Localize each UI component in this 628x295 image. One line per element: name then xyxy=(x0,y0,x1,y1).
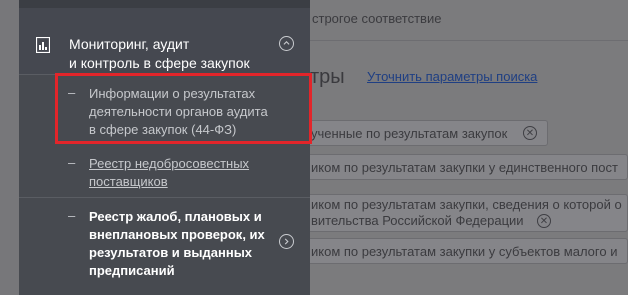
menu-item-audit-results[interactable]: – Информации о результатах деятельности … xyxy=(19,75,310,147)
label-line: предписаний xyxy=(89,263,175,278)
dash-bullet: – xyxy=(68,155,76,170)
dash-bullet: – xyxy=(68,208,76,223)
remove-chip-icon[interactable]: ✕ xyxy=(523,126,537,140)
filter-chip[interactable]: иком по результатам закупки у единственн… xyxy=(290,154,628,180)
divider xyxy=(310,40,628,41)
menu-item-label: Реестр недобросовестных поставщиков xyxy=(89,155,289,191)
menu-item-label: Информации о результатах деятельности ор… xyxy=(89,85,289,139)
remove-chip-icon[interactable]: ✕ xyxy=(537,214,551,228)
refine-search-link[interactable]: Уточнить параметры поиска xyxy=(367,69,537,84)
menu-top-strip xyxy=(19,0,310,8)
chevron-up-icon[interactable] xyxy=(279,36,294,51)
section-title-line: и контроль в сфере закупок xyxy=(69,55,250,71)
left-edge-strip xyxy=(0,0,19,295)
label-line: в сфере закупок (44-ФЗ) xyxy=(89,122,237,137)
label-line: Информации о результатах xyxy=(89,86,256,101)
menu-item-label: Реестр жалоб, плановых и внеплановых про… xyxy=(89,208,284,280)
filter-chip-label: иком по результатам закупки у субъектов … xyxy=(311,244,618,259)
filter-chip-label: вительства Российской Федерации xyxy=(311,213,524,228)
label-line: Реестр жалоб, плановых и xyxy=(89,209,262,224)
menu-item-unfair-suppliers[interactable]: – Реестр недобросовестных поставщиков xyxy=(19,147,310,197)
section-title-line: Мониторинг, аудит xyxy=(69,36,190,52)
sidebar-menu: Мониторинг, аудит и контроль в сфере зак… xyxy=(19,0,310,295)
menu-section-monitoring[interactable]: Мониторинг, аудит и контроль в сфере зак… xyxy=(19,8,310,74)
filter-chip-label: ученные по результатам закупок xyxy=(311,126,508,141)
section-title: Мониторинг, аудит и контроль в сфере зак… xyxy=(69,35,279,73)
label-line: Реестр недобросовестных xyxy=(89,156,250,171)
label-line: результатов и выданных xyxy=(89,245,253,260)
filter-chip[interactable]: иком по результатам закупки, сведения о … xyxy=(290,194,628,232)
label-line: поставщиков xyxy=(89,174,168,189)
filter-chip-label: иком по результатам закупки у единственн… xyxy=(311,160,618,175)
label-line: внеплановых проверок, их xyxy=(89,227,265,242)
match-mode-text: строгое соответствие xyxy=(312,11,442,26)
menu-item-complaints-registry[interactable]: – Реестр жалоб, плановых и внеплановых п… xyxy=(19,198,310,295)
chevron-right-icon[interactable] xyxy=(279,234,294,249)
filter-chip-label: иком по результатам закупки, сведения о … xyxy=(311,197,622,212)
chart-report-icon xyxy=(36,37,50,53)
dash-bullet: – xyxy=(68,85,76,100)
filter-chip[interactable]: иком по результатам закупки у субъектов … xyxy=(290,238,628,264)
label-line: деятельности органов аудита xyxy=(89,104,268,119)
filter-chip[interactable]: ученные по результатам закупок ✕ xyxy=(290,120,548,146)
search-params-heading: тры xyxy=(310,66,345,88)
